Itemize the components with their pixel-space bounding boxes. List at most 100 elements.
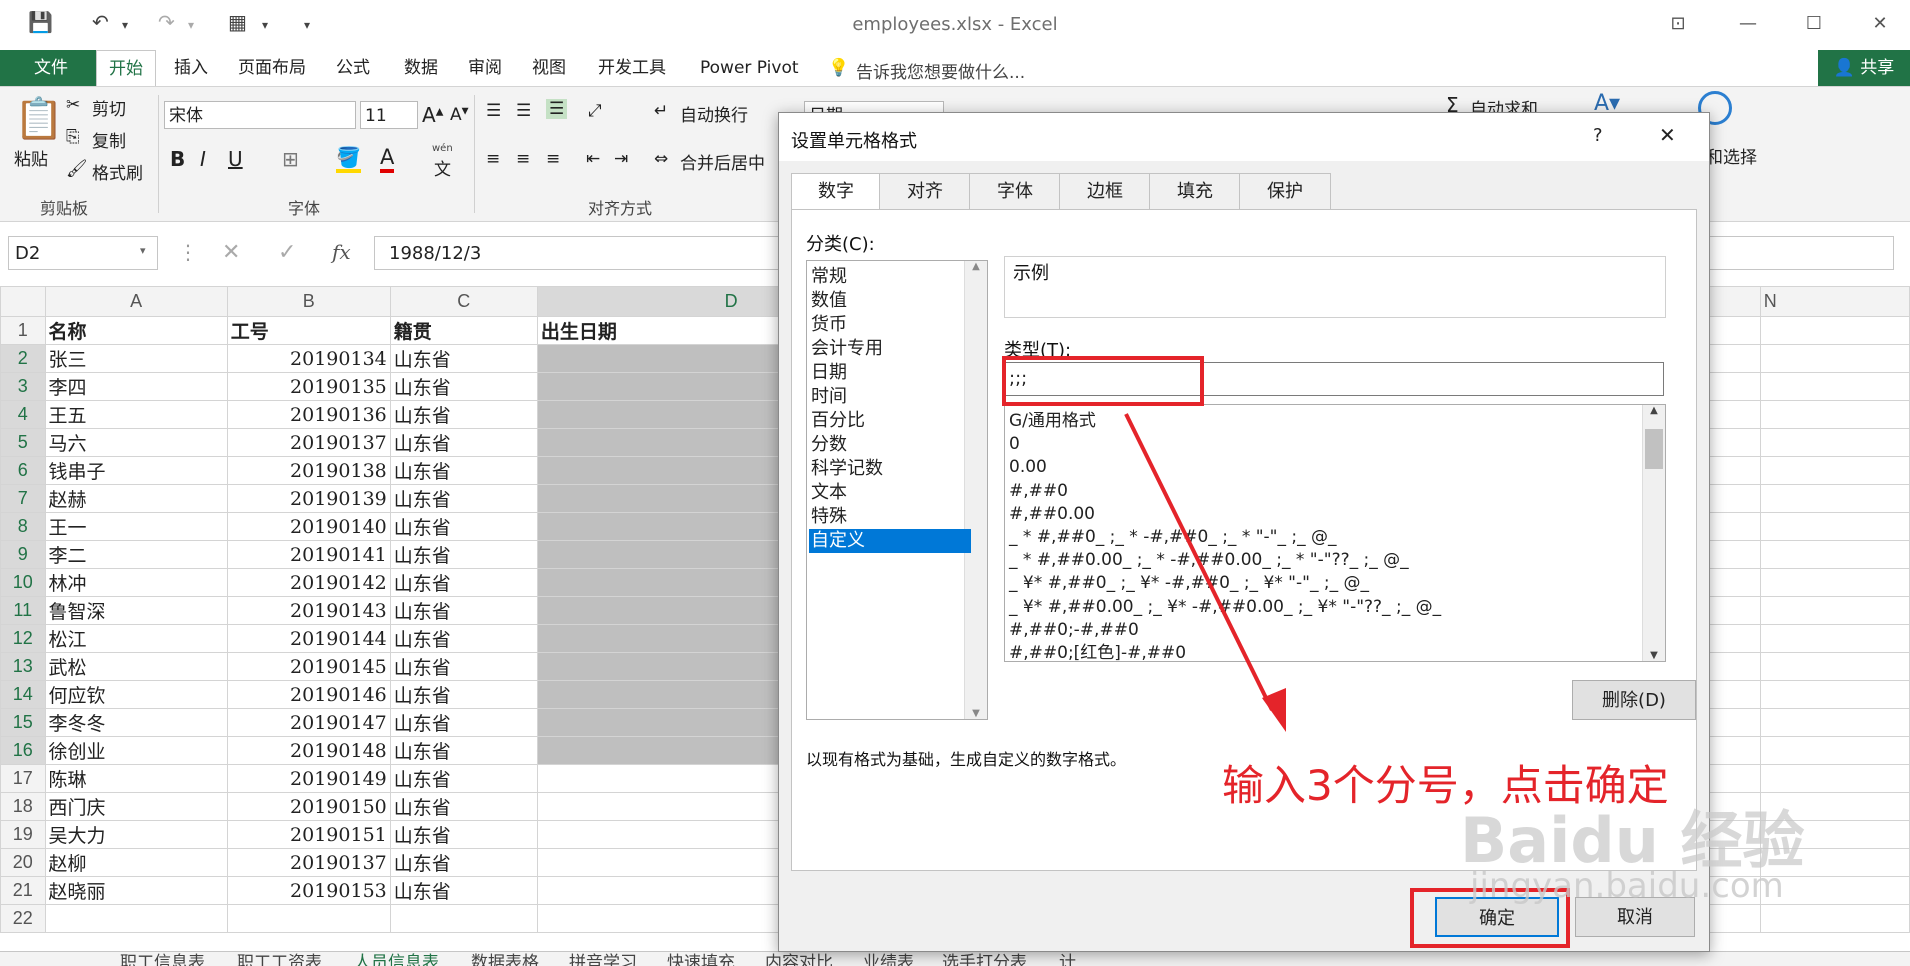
cell-id[interactable]: 20190143 bbox=[226, 596, 391, 625]
row-header[interactable]: 11 bbox=[0, 596, 46, 625]
cell-id[interactable]: 20190147 bbox=[226, 708, 391, 737]
cell-name[interactable]: 王一 bbox=[44, 512, 228, 541]
bold-button[interactable]: B bbox=[170, 147, 185, 171]
category-item[interactable]: 百分比 bbox=[809, 409, 971, 433]
row-header[interactable]: 18 bbox=[0, 792, 46, 821]
sheet-tab[interactable]: 数据表格 bbox=[471, 952, 539, 966]
cell-id[interactable]: 20190148 bbox=[226, 736, 391, 765]
help-button[interactable]: ? bbox=[1593, 125, 1603, 146]
cell-name[interactable]: 钱串子 bbox=[44, 456, 228, 485]
paste-button[interactable]: 粘贴 bbox=[14, 145, 48, 170]
font-color-icon[interactable]: A bbox=[380, 145, 395, 173]
cell-empty[interactable] bbox=[1759, 568, 1910, 597]
cancel-icon[interactable]: ✕ bbox=[222, 240, 240, 265]
cell-origin[interactable]: 山东省 bbox=[389, 540, 538, 569]
underline-button[interactable]: U bbox=[228, 147, 243, 171]
category-item[interactable]: 会计专用 bbox=[809, 337, 971, 361]
cell-empty[interactable] bbox=[1759, 400, 1910, 429]
row-header[interactable]: 22 bbox=[0, 904, 46, 933]
cell-empty[interactable] bbox=[1759, 344, 1910, 373]
cell-empty[interactable] bbox=[1759, 904, 1910, 933]
row-header[interactable]: 3 bbox=[0, 372, 46, 401]
clipboard-icon[interactable]: 📋 bbox=[14, 95, 64, 142]
cell-name[interactable]: 林冲 bbox=[44, 568, 228, 597]
orientation-icon[interactable]: ⤢ bbox=[588, 101, 602, 121]
delete-button[interactable]: 删除(D) bbox=[1572, 680, 1696, 720]
tab-review[interactable]: 审阅 bbox=[456, 50, 514, 86]
cut-button[interactable]: 剪切 bbox=[92, 95, 126, 120]
cell-origin[interactable]: 山东省 bbox=[389, 736, 538, 765]
cell-origin[interactable]: 山东省 bbox=[389, 512, 538, 541]
cell-empty[interactable] bbox=[1759, 708, 1910, 737]
row-header[interactable]: 6 bbox=[0, 456, 46, 485]
sheet-tab[interactable]: 职工工资表 bbox=[237, 952, 322, 966]
sheet-tab[interactable]: 人员信息表 bbox=[354, 952, 439, 966]
column-header-n[interactable]: N bbox=[1759, 286, 1910, 317]
cell-empty[interactable] bbox=[1759, 316, 1910, 345]
maximize-icon[interactable]: ☐ bbox=[1784, 6, 1844, 42]
sheet-tab[interactable]: 计 bbox=[1059, 952, 1076, 966]
tell-me-box[interactable]: 告诉我您想要做什么... bbox=[856, 58, 1025, 83]
column-header-c[interactable]: C bbox=[389, 286, 538, 317]
cell-id[interactable]: 20190134 bbox=[226, 344, 391, 373]
cell-name[interactable]: 吴大力 bbox=[44, 820, 228, 849]
font-name-combo[interactable]: 宋体 bbox=[164, 101, 356, 129]
sheet-tab[interactable]: 选手打分表 bbox=[942, 952, 1027, 966]
minimize-icon[interactable]: — bbox=[1718, 6, 1778, 42]
cell-id[interactable]: 20190144 bbox=[226, 624, 391, 653]
name-box[interactable]: D2 bbox=[8, 236, 158, 270]
cell-empty[interactable] bbox=[1759, 596, 1910, 625]
cell-empty[interactable] bbox=[1759, 540, 1910, 569]
type-item[interactable]: #,##0.00 bbox=[1009, 502, 1095, 526]
tab-border[interactable]: 边框 bbox=[1059, 173, 1151, 211]
tab-power-pivot[interactable]: Power Pivot bbox=[688, 50, 811, 86]
select-all-corner[interactable] bbox=[0, 286, 46, 317]
cell-name[interactable]: 李四 bbox=[44, 372, 228, 401]
category-item[interactable]: 分数 bbox=[809, 433, 971, 457]
row-header[interactable]: 15 bbox=[0, 708, 46, 737]
cell-name[interactable]: 松江 bbox=[44, 624, 228, 653]
category-item[interactable]: 科学记数 bbox=[809, 457, 971, 481]
cell-id[interactable]: 20190149 bbox=[226, 764, 391, 793]
cell-name[interactable]: 徐创业 bbox=[44, 736, 228, 765]
category-item[interactable]: 数值 bbox=[809, 289, 971, 313]
font-size-combo[interactable]: 11 bbox=[360, 101, 418, 129]
cell-empty[interactable] bbox=[1759, 680, 1910, 709]
fill-color-icon[interactable]: 🪣 bbox=[336, 145, 361, 173]
column-header-a[interactable]: A bbox=[44, 286, 228, 317]
cell-empty[interactable] bbox=[1759, 456, 1910, 485]
cell-name[interactable]: 西门庆 bbox=[44, 792, 228, 821]
type-item[interactable]: 0.00 bbox=[1009, 455, 1047, 479]
row-header[interactable]: 16 bbox=[0, 736, 46, 765]
cell-empty[interactable] bbox=[1759, 428, 1910, 457]
cell-origin[interactable]: 山东省 bbox=[389, 680, 538, 709]
scroll-thumb[interactable] bbox=[1645, 429, 1663, 469]
scroll-down-icon[interactable]: ▼ bbox=[1643, 650, 1665, 661]
cell-empty[interactable] bbox=[1759, 764, 1910, 793]
name-box-dropdown-icon[interactable]: ▾ bbox=[140, 244, 146, 257]
cell-name[interactable]: 赵晓丽 bbox=[44, 876, 228, 905]
cell-name[interactable]: 马六 bbox=[44, 428, 228, 457]
cell-empty[interactable] bbox=[1759, 372, 1910, 401]
scroll-down-icon[interactable]: ▼ bbox=[965, 708, 987, 719]
tab-fill[interactable]: 填充 bbox=[1149, 173, 1241, 211]
cell-empty[interactable] bbox=[1759, 512, 1910, 541]
cell-id[interactable]: 20190139 bbox=[226, 484, 391, 513]
tab-page-layout[interactable]: 页面布局 bbox=[226, 50, 318, 86]
cell-empty[interactable] bbox=[1759, 736, 1910, 765]
align-bottom-icon[interactable]: ☰ bbox=[546, 99, 568, 119]
cell-origin[interactable]: 山东省 bbox=[389, 624, 538, 653]
shrink-font-icon[interactable]: A▼ bbox=[450, 105, 469, 125]
cell-origin[interactable]: 山东省 bbox=[389, 428, 538, 457]
cell-id[interactable]: 20190150 bbox=[226, 792, 391, 821]
cell-id[interactable]: 20190153 bbox=[226, 876, 391, 905]
cell-name[interactable]: 赵柳 bbox=[44, 848, 228, 877]
decrease-indent-icon[interactable]: ⇤ bbox=[586, 149, 600, 169]
category-item[interactable]: 常规 bbox=[809, 265, 971, 289]
sheet-tab[interactable]: 内容对比 bbox=[765, 952, 833, 966]
cell-id[interactable]: 20190137 bbox=[226, 428, 391, 457]
type-item[interactable]: G/通用格式 bbox=[1009, 409, 1096, 433]
cell-id[interactable]: 20190135 bbox=[226, 372, 391, 401]
cell-id[interactable]: 20190141 bbox=[226, 540, 391, 569]
cell-origin[interactable]: 山东省 bbox=[389, 400, 538, 429]
